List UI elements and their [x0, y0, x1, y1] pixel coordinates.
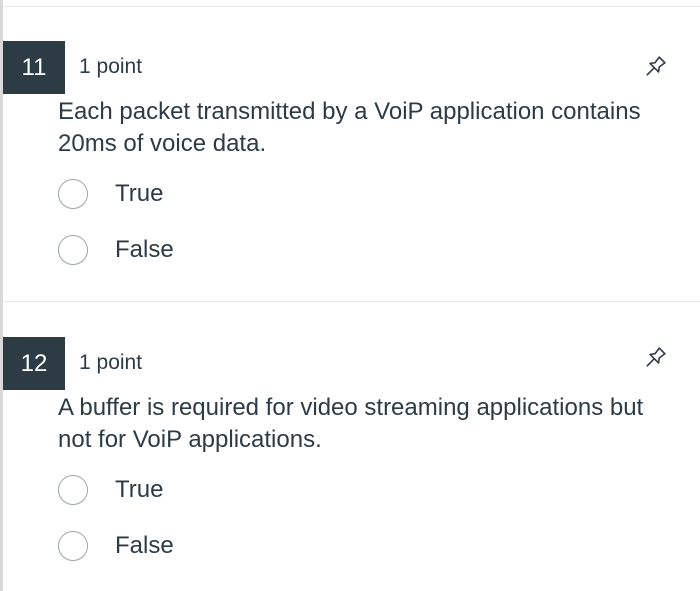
question-number: 12	[3, 337, 65, 390]
question-number: 11	[3, 41, 65, 94]
option-label: True	[115, 180, 164, 207]
option-label: True	[115, 476, 164, 503]
question-text: Each packet transmitted by a VoiP applic…	[58, 98, 641, 157]
radio-button[interactable]	[58, 531, 88, 561]
radio-button[interactable]	[58, 475, 88, 505]
option-false[interactable]: False	[58, 232, 174, 268]
question-points: 1 point	[79, 55, 143, 78]
radio-button[interactable]	[58, 235, 88, 265]
top-divider	[3, 6, 700, 7]
option-true[interactable]: True	[58, 472, 163, 508]
pin-icon[interactable]	[641, 344, 669, 372]
question-divider	[3, 301, 700, 302]
pin-icon[interactable]	[641, 53, 669, 81]
question-points: 1 point	[79, 351, 143, 374]
option-false[interactable]: False	[58, 528, 174, 564]
radio-button[interactable]	[58, 179, 88, 209]
option-true[interactable]: True	[58, 176, 163, 212]
option-label: False	[115, 532, 174, 559]
question-text: A buffer is required for video streaming…	[58, 394, 644, 453]
option-label: False	[115, 236, 174, 263]
